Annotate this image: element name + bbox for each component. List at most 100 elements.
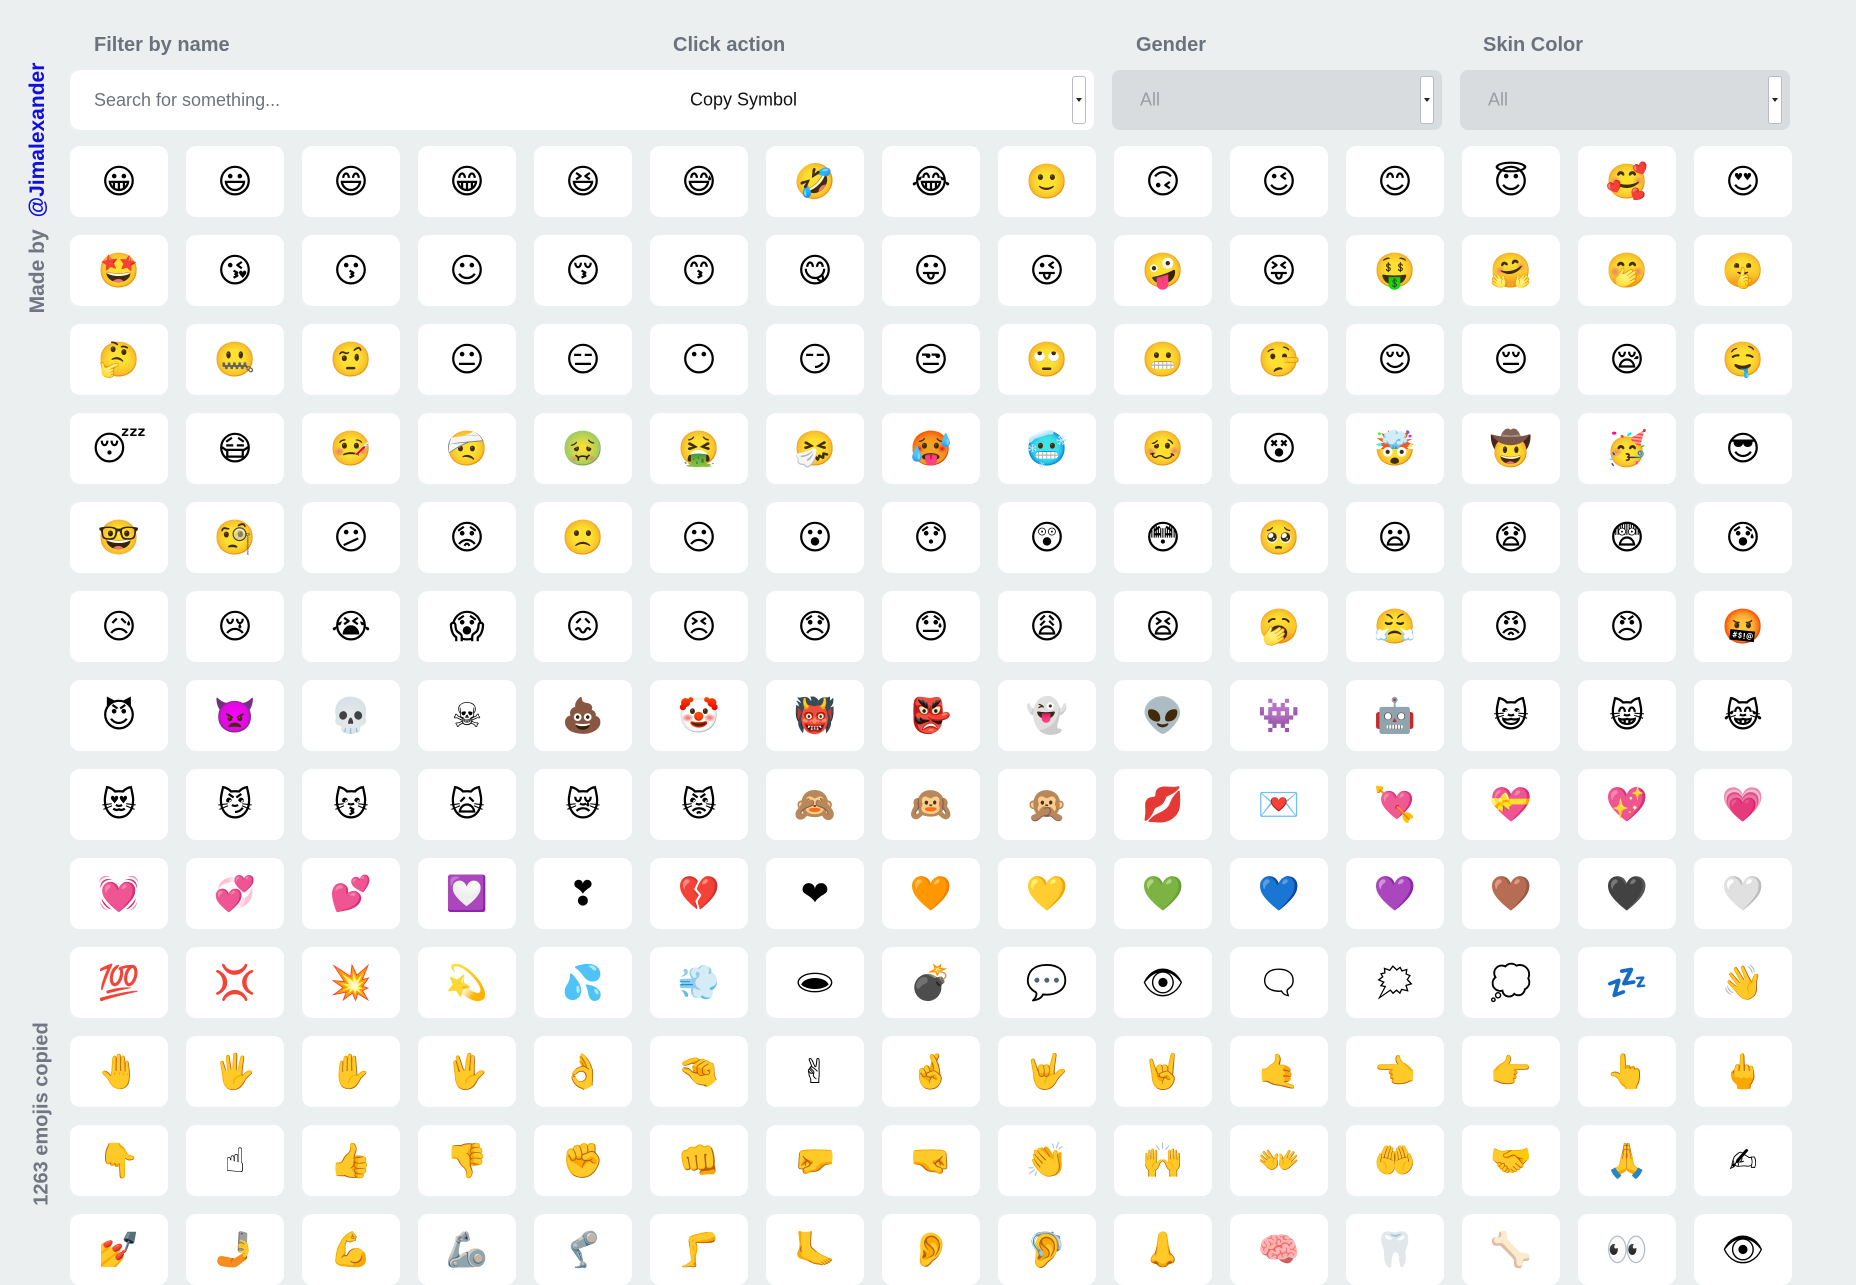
- emoji-tile[interactable]: 😅: [650, 146, 748, 217]
- search-input[interactable]: [70, 70, 660, 130]
- emoji-tile[interactable]: 🤟: [998, 1036, 1096, 1107]
- emoji-tile[interactable]: 🤏: [650, 1036, 748, 1107]
- emoji-tile[interactable]: ☹: [650, 502, 748, 573]
- click-action-select[interactable]: Copy Symbol: [650, 70, 1094, 130]
- emoji-tile[interactable]: 🗯: [1346, 947, 1444, 1018]
- emoji-tile[interactable]: 👏: [998, 1125, 1096, 1196]
- emoji-tile[interactable]: 👆: [1578, 1036, 1676, 1107]
- emoji-tile[interactable]: 💓: [70, 858, 168, 929]
- emoji-tile[interactable]: 😐: [418, 324, 516, 395]
- emoji-tile[interactable]: 😮: [766, 502, 864, 573]
- emoji-tile[interactable]: 🥴: [1114, 413, 1212, 484]
- emoji-tile[interactable]: 😼: [186, 769, 284, 840]
- emoji-tile[interactable]: 🙄: [998, 324, 1096, 395]
- emoji-tile[interactable]: 😽: [302, 769, 400, 840]
- emoji-tile[interactable]: 💩: [534, 680, 632, 751]
- emoji-tile[interactable]: 🤘: [1114, 1036, 1212, 1107]
- emoji-tile[interactable]: 😖: [534, 591, 632, 662]
- emoji-tile[interactable]: 👿: [186, 680, 284, 751]
- emoji-tile[interactable]: 😜: [998, 235, 1096, 306]
- emoji-tile[interactable]: ❣: [534, 858, 632, 929]
- emoji-tile[interactable]: 😌: [1346, 324, 1444, 395]
- emoji-tile[interactable]: 🥺: [1230, 502, 1328, 573]
- emoji-tile[interactable]: 👺: [882, 680, 980, 751]
- emoji-tile[interactable]: 💚: [1114, 858, 1212, 929]
- emoji-tile[interactable]: ✋: [302, 1036, 400, 1107]
- emoji-tile[interactable]: 😩: [998, 591, 1096, 662]
- emoji-tile[interactable]: 😾: [650, 769, 748, 840]
- emoji-tile[interactable]: 😝: [1230, 235, 1328, 306]
- emoji-tile[interactable]: 🤞: [882, 1036, 980, 1107]
- emoji-tile[interactable]: 🖖: [418, 1036, 516, 1107]
- emoji-tile[interactable]: 💋: [1114, 769, 1212, 840]
- emoji-tile[interactable]: 😟: [418, 502, 516, 573]
- emoji-tile[interactable]: 🤢: [534, 413, 632, 484]
- emoji-tile[interactable]: 😦: [1346, 502, 1444, 573]
- emoji-tile[interactable]: 💟: [418, 858, 516, 929]
- emoji-tile[interactable]: 😿: [534, 769, 632, 840]
- emoji-tile[interactable]: 🤫: [1694, 235, 1792, 306]
- emoji-tile[interactable]: 💌: [1230, 769, 1328, 840]
- emoji-tile[interactable]: 🕳: [766, 947, 864, 1018]
- emoji-tile[interactable]: 🙏: [1578, 1125, 1676, 1196]
- emoji-tile[interactable]: 😣: [650, 591, 748, 662]
- emoji-tile[interactable]: 🤤: [1694, 324, 1792, 395]
- emoji-tile[interactable]: 💞: [186, 858, 284, 929]
- emoji-tile[interactable]: 😱: [418, 591, 516, 662]
- emoji-tile[interactable]: 💪: [302, 1214, 400, 1285]
- emoji-tile[interactable]: 😭: [302, 591, 400, 662]
- emoji-tile[interactable]: 😴: [70, 413, 168, 484]
- emoji-tile[interactable]: 🦵: [650, 1214, 748, 1285]
- emoji-tile[interactable]: 😔: [1462, 324, 1560, 395]
- emoji-tile[interactable]: 😋: [766, 235, 864, 306]
- emoji-tile[interactable]: 👁: [1694, 1214, 1792, 1285]
- emoji-tile[interactable]: 🥶: [998, 413, 1096, 484]
- emoji-tile[interactable]: 💖: [1578, 769, 1676, 840]
- emoji-tile[interactable]: ✍: [1694, 1125, 1792, 1196]
- emoji-tile[interactable]: 🦾: [418, 1214, 516, 1285]
- emoji-tile[interactable]: 🤕: [418, 413, 516, 484]
- author-handle-link[interactable]: @Jimalexander: [26, 63, 49, 218]
- emoji-tile[interactable]: 😤: [1346, 591, 1444, 662]
- emoji-tile[interactable]: 🧐: [186, 502, 284, 573]
- emoji-tile[interactable]: 🤚: [70, 1036, 168, 1107]
- emoji-tile[interactable]: 🤨: [302, 324, 400, 395]
- emoji-tile[interactable]: 💬: [998, 947, 1096, 1018]
- emoji-tile[interactable]: 😯: [882, 502, 980, 573]
- emoji-tile[interactable]: 🥱: [1230, 591, 1328, 662]
- emoji-tile[interactable]: 🤬: [1694, 591, 1792, 662]
- emoji-tile[interactable]: 👽: [1114, 680, 1212, 751]
- emoji-tile[interactable]: 🖕: [1694, 1036, 1792, 1107]
- emoji-tile[interactable]: 🖤: [1578, 858, 1676, 929]
- emoji-tile[interactable]: 👃: [1114, 1214, 1212, 1285]
- emoji-tile[interactable]: 😀: [70, 146, 168, 217]
- emoji-tile[interactable]: 🤒: [302, 413, 400, 484]
- emoji-tile[interactable]: 🤗: [1462, 235, 1560, 306]
- emoji-tile[interactable]: 🥰: [1578, 146, 1676, 217]
- emoji-tile[interactable]: 🤝: [1462, 1125, 1560, 1196]
- emoji-tile[interactable]: 😙: [650, 235, 748, 306]
- emoji-tile[interactable]: 😰: [1694, 502, 1792, 573]
- emoji-tile[interactable]: 🤯: [1346, 413, 1444, 484]
- emoji-tile[interactable]: 😂: [882, 146, 980, 217]
- emoji-tile[interactable]: 😫: [1114, 591, 1212, 662]
- emoji-tile[interactable]: 😉: [1230, 146, 1328, 217]
- emoji-tile[interactable]: 😁: [418, 146, 516, 217]
- emoji-tile[interactable]: 😑: [534, 324, 632, 395]
- emoji-tile[interactable]: 😈: [70, 680, 168, 751]
- emoji-tile[interactable]: 😢: [186, 591, 284, 662]
- emoji-tile[interactable]: 😍: [1694, 146, 1792, 217]
- emoji-tile[interactable]: 🤓: [70, 502, 168, 573]
- emoji-tile[interactable]: 😛: [882, 235, 980, 306]
- emoji-tile[interactable]: 🤛: [766, 1125, 864, 1196]
- emoji-tile[interactable]: 🤳: [186, 1214, 284, 1285]
- emoji-tile[interactable]: 👀: [1578, 1214, 1676, 1285]
- emoji-tile[interactable]: 😺: [1462, 680, 1560, 751]
- emoji-tile[interactable]: 🤎: [1462, 858, 1560, 929]
- emoji-tile[interactable]: 😶: [650, 324, 748, 395]
- emoji-tile[interactable]: 🤥: [1230, 324, 1328, 395]
- emoji-tile[interactable]: 🙁: [534, 502, 632, 573]
- emoji-tile[interactable]: 💀: [302, 680, 400, 751]
- emoji-tile[interactable]: ✊: [534, 1125, 632, 1196]
- emoji-tile[interactable]: 🤮: [650, 413, 748, 484]
